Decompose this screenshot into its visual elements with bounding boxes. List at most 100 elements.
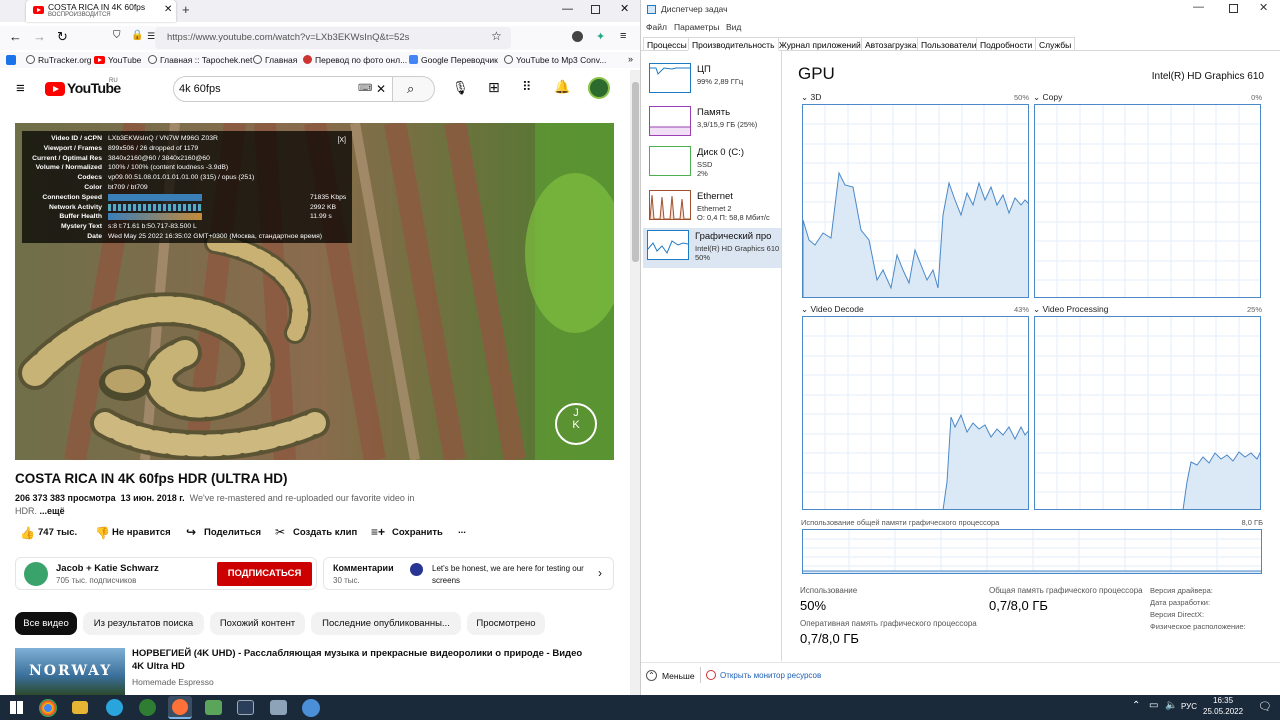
youtube-logo-icon[interactable] [45,82,65,96]
menu-icon[interactable]: ≡ [620,30,626,42]
create-video-icon[interactable]: ⊞ [488,79,500,96]
bookmark-item[interactable]: Google Переводчик [409,55,498,65]
volume-icon[interactable]: 🔈 [1165,700,1177,711]
shield-icon[interactable]: ⛉ [113,30,121,41]
clip-button[interactable]: Создать клип [293,527,357,538]
recommended-thumbnail[interactable]: NORWAY [15,648,125,695]
comments-card[interactable]: Комментарии 30 тыс. Let's be honest, we … [323,557,614,590]
microphone-icon[interactable]: 🎙 [452,80,469,96]
extension-icon[interactable] [572,31,583,42]
language-indicator[interactable]: РУС [1181,702,1197,711]
chip-recent[interactable]: Последние опубликованны... [311,612,461,635]
tab-details[interactable]: Подробности [976,37,1037,51]
address-bar[interactable]: ⛉ 🔒 ☰ https://www.youtube.com/watch?v=LX… [113,27,511,49]
subscribe-button[interactable]: ПОДПИСАТЬСЯ [217,562,312,586]
app-icon[interactable] [205,700,222,715]
notifications-icon[interactable]: 🗨 [1258,700,1272,713]
collapse-icon[interactable]: ⌃ [646,670,657,681]
show-more-link[interactable]: ...ещё [40,506,65,516]
tab-users[interactable]: Пользователи [917,37,981,51]
bookmark-item[interactable]: YouTube to Mp3 Conv... [504,55,606,65]
stats-close-button[interactable]: [X] [337,136,346,146]
chip-similar[interactable]: Похожий контент [210,612,305,635]
bookmark-app-icon[interactable] [6,55,16,65]
extension-2-icon[interactable]: ✦ [596,30,605,43]
back-icon[interactable]: ← [9,29,22,44]
notifications-bell-icon[interactable]: 🔔 [554,79,570,95]
firefox-taskbar-button[interactable] [168,696,192,719]
bookmark-item[interactable]: Главная [253,55,297,65]
minimize-icon[interactable]: — [1193,1,1204,13]
share-button[interactable]: Поделиться [204,527,261,538]
sidebar-item-cpu[interactable]: ЦП 99% 2,89 ГГц [645,61,781,101]
apps-grid-icon[interactable]: ⠿ [522,79,532,95]
telegram-icon[interactable] [106,699,123,716]
tab-close-icon[interactable]: ✕ [164,4,172,15]
hamburger-menu-icon[interactable]: ≡ [16,80,25,97]
new-tab-icon[interactable]: + [182,2,190,17]
recommended-title[interactable]: НОРВЕГИЕЙ (4K UHD) - Расслабляющая музык… [132,647,592,673]
tray-chevron-icon[interactable]: ⌃ [1132,700,1140,711]
chrome-icon[interactable] [39,699,57,717]
menu-view[interactable]: Вид [726,22,741,32]
scrollbar-thumb[interactable] [632,82,639,262]
xbox-icon[interactable] [139,699,156,716]
app-3-icon[interactable] [270,700,287,715]
bookmark-star-icon[interactable]: ☆ [491,29,502,43]
clock-date[interactable]: 25.05.2022 [1203,707,1243,716]
channel-watermark-icon[interactable]: J K [569,407,583,431]
save-playlist-icon[interactable]: ≡+ [371,525,385,539]
close-window-icon[interactable]: ✕ [1259,1,1268,14]
chip-search-results[interactable]: Из результатов поиска [83,612,204,635]
minimize-icon[interactable]: — [562,3,573,15]
bookmark-item[interactable]: Перевод по фото онл... [303,55,407,65]
like-count[interactable]: 747 тыс. [38,527,77,538]
forward-icon[interactable]: → [33,29,46,44]
clear-search-icon[interactable]: ✕ [376,82,386,96]
app-2-icon[interactable] [237,700,254,715]
scissors-icon[interactable]: ✂ [275,525,285,539]
chip-watched[interactable]: Просмотрено [467,612,545,635]
app-4-icon[interactable] [302,699,320,717]
recommended-channel[interactable]: Homemade Espresso [132,677,214,687]
maximize-icon[interactable] [1229,4,1238,13]
sidebar-item-ethernet[interactable]: Ethernet Ethernet 2 О: 0,4 П: 58,8 Мбит/… [645,188,781,228]
save-button[interactable]: Сохранить [392,527,443,538]
tab-startup[interactable]: Автозагрузка [861,37,921,51]
channel-name[interactable]: Jacob + Katie Schwarz [56,563,159,574]
start-windows-icon[interactable] [10,701,23,714]
page-scrollbar[interactable] [630,70,640,695]
reload-icon[interactable]: ↻ [57,29,68,45]
dislike-icon[interactable]: 👎 [95,526,110,540]
tab-processes[interactable]: Процессы [643,37,691,51]
share-icon[interactable]: ↪ [186,525,196,539]
menu-file[interactable]: Файл [646,22,667,32]
search-button[interactable]: ⌕ [393,76,435,102]
avatar[interactable] [588,77,610,99]
tab-app-history[interactable]: Журнал приложений [775,37,865,51]
dislike-button[interactable]: Не нравится [112,527,171,538]
bookmark-item[interactable]: RuTracker.org [26,55,92,65]
close-window-icon[interactable]: ✕ [620,2,629,15]
bookmark-item[interactable]: Главная :: Tapochek.net [148,55,252,65]
chip-all-videos[interactable]: Все видео [15,612,77,635]
sidebar-item-disk[interactable]: Диск 0 (C:) SSD 2% [645,144,781,184]
search-input[interactable]: 4k 60fps ⌨ ✕ [173,76,393,102]
more-bookmarks-icon[interactable]: » [628,54,633,64]
network-icon[interactable]: ▭ [1149,700,1158,711]
like-icon[interactable]: 👍 [20,526,35,540]
sidebar-item-memory[interactable]: Память 3,9/15,9 ГБ (25%) [645,104,781,144]
clock-time[interactable]: 16:35 [1213,696,1233,705]
open-resource-monitor-link[interactable]: Открыть монитор ресурсов [720,671,821,680]
tab-performance[interactable]: Производительность [688,37,779,51]
bookmark-item[interactable]: YouTube [94,55,141,65]
more-actions-button[interactable]: ... [458,525,466,536]
sidebar-item-gpu[interactable]: Графический про Intel(R) HD Graphics 610… [643,228,781,268]
tab-services[interactable]: Службы [1035,37,1076,51]
menu-options[interactable]: Параметры [674,22,719,32]
keyboard-icon[interactable]: ⌨ [358,83,372,94]
permissions-icon[interactable]: ☰ [147,31,155,42]
lock-icon[interactable]: 🔒 [131,30,143,41]
file-explorer-icon[interactable] [72,701,88,714]
maximize-icon[interactable] [591,5,600,14]
